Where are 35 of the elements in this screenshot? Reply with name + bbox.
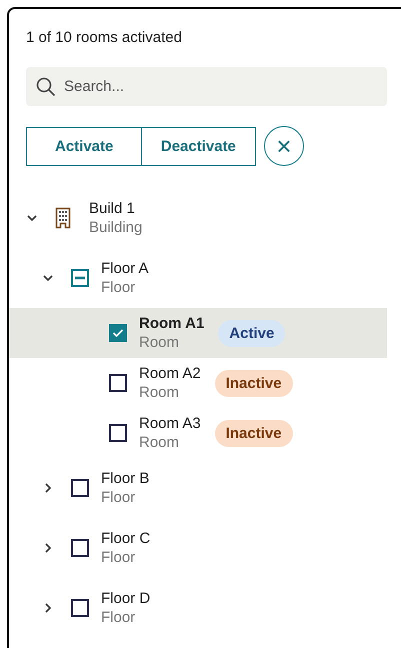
node-name: Floor A bbox=[101, 258, 149, 278]
status-badge: Inactive bbox=[214, 370, 293, 396]
action-button[interactable]: Activate bbox=[26, 126, 142, 166]
checkbox[interactable] bbox=[109, 374, 127, 392]
status-badge: Inactive bbox=[214, 420, 293, 446]
node-type: Floor bbox=[101, 278, 136, 298]
node-name: Room A3 bbox=[139, 414, 201, 432]
minus-icon bbox=[75, 276, 85, 280]
search-field[interactable]: Search... bbox=[26, 67, 387, 106]
checkbox[interactable] bbox=[71, 539, 89, 557]
node-type: Building bbox=[89, 218, 142, 238]
checkbox[interactable] bbox=[109, 424, 127, 442]
checkbox[interactable] bbox=[109, 324, 127, 342]
status-badge: Active bbox=[218, 320, 286, 346]
node-name: Build 1 bbox=[89, 198, 136, 218]
node-name: Room A2 bbox=[139, 364, 201, 382]
node-type: Floor bbox=[101, 488, 136, 508]
node-type: Floor bbox=[101, 548, 136, 568]
checkbox[interactable] bbox=[71, 599, 89, 617]
node-name: Floor B bbox=[101, 468, 150, 488]
clear-button[interactable]: × bbox=[264, 126, 304, 166]
node-name: Room A1 bbox=[139, 314, 204, 332]
node-name: Floor C bbox=[101, 528, 150, 548]
selected-row[interactable]: Room A1 Room Active bbox=[9, 308, 387, 358]
node-name: Floor D bbox=[101, 588, 150, 608]
building-icon bbox=[55, 207, 71, 229]
check-icon bbox=[112, 328, 124, 338]
action-button[interactable]: Deactivate bbox=[140, 126, 256, 166]
checkbox[interactable] bbox=[71, 479, 89, 497]
checkbox[interactable] bbox=[71, 269, 89, 287]
node-type: Room bbox=[139, 432, 180, 452]
node-type: Room bbox=[139, 332, 180, 352]
summary-text: 1 of 10 rooms activated bbox=[25, 29, 183, 48]
node-type: Room bbox=[139, 382, 180, 402]
node-type: Floor bbox=[101, 608, 136, 628]
